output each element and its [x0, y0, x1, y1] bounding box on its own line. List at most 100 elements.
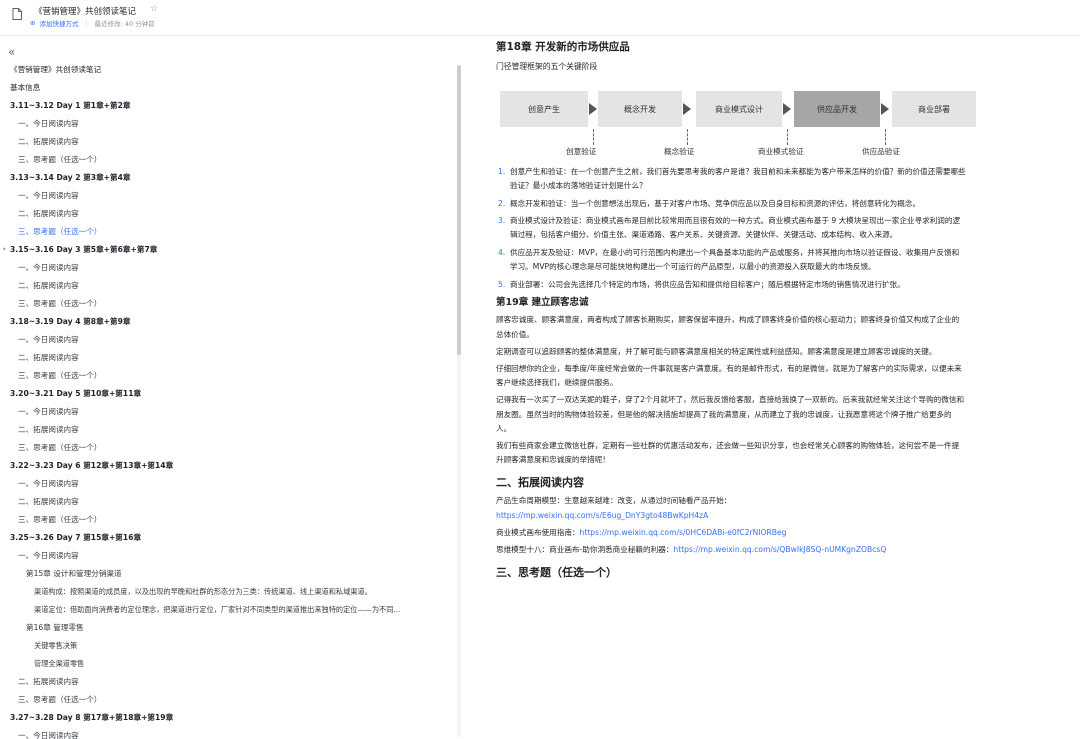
arrow-right-icon [589, 103, 597, 115]
arrow-right-icon [783, 103, 791, 115]
shortcut-icon[interactable]: ⊕ [30, 19, 35, 27]
stage-gate-diagram: 创意产生 概念开发 商业模式设计 供应品开发 商业部署创意验证 概念验证 商业模式验证 供应品… [496, 81, 982, 159]
outline-item[interactable]: 3.25~3.26 Day 7 第15章+第16章 [0, 529, 455, 547]
doc-title[interactable]: 《营销管理》共创领读笔记 [34, 5, 136, 17]
gate-label: 供应品验证 [862, 147, 900, 156]
outline-item[interactable]: 3.27~3.28 Day 8 第17章+第18章+第19章 [0, 709, 455, 727]
stage-box: 创意产生 [500, 91, 588, 127]
star-icon[interactable]: ☆ [150, 4, 158, 14]
reading-item: 商业模式画布使用指南：https://mp.weixin.qq.com/s/0H… [496, 526, 966, 540]
outline-item[interactable]: 三、思考题（任选一个） [0, 439, 455, 457]
outline-list: 《营销管理》共创领读笔记 基本信息 3.11~3.12 Day 1 第1章+第2章一… [0, 61, 455, 739]
outline-item[interactable]: 一、今日阅读内容 [0, 115, 455, 133]
list-number: 4. [498, 247, 506, 257]
outline-item[interactable]: 关键零售决策 [0, 637, 455, 655]
outline-item[interactable]: 一、今日阅读内容 [0, 331, 455, 349]
list-item: 2. 概念开发和验证：当一个创意想法出现后，基于对客户市场、竞争供应品以及自身目标… [496, 197, 966, 211]
outline-item[interactable]: 3.13~3.14 Day 2 第3章+第4章 [0, 169, 455, 187]
list-item: 3. 商业模式设计及验证：商业模式画布是目前比较常用而且很有效的一种方式。商业模式… [496, 214, 966, 242]
outline-item[interactable]: 一、今日阅读内容 [0, 547, 455, 565]
outline-item[interactable]: 一、今日阅读内容 [0, 403, 455, 421]
list-number: 1. [498, 167, 506, 176]
outline-item[interactable]: 一、今日阅读内容 [0, 727, 455, 739]
arrow-right-icon [881, 103, 889, 115]
outline-item[interactable]: 管理全渠道零售 [0, 655, 455, 673]
chapter-19-heading: 第19章 建立顾客忠诚 [496, 297, 589, 309]
list-item: 5. 商业部署：公司会先选择几个特定的市场，将供应品告知和提供给目标客户；随后根据… [496, 278, 966, 292]
gate-label: 创意验证 [566, 147, 597, 156]
extended-reading-list: 产品生命周期模型：生意越来越难：改变，从通过时间轴看产品开始： https://m… [496, 494, 966, 557]
list-text: 创意产生和验证：在一个创意产生之前，我们首先要思考我的客户是谁？我目前和未来都能… [510, 167, 966, 190]
reading-label: 产品生命周期模型：生意越来越难：改变，从通过时间轴看产品开始： [496, 496, 732, 506]
outline-item[interactable]: 三、思考题（任选一个） [0, 691, 455, 709]
chapter-18-heading: 第18章 开发新的市场供应品 [496, 41, 630, 53]
doc-header: 《营销管理》共创领读笔记 ☆ ⊕ 添加快捷方式 | 最近修改: 40 分钟前 [0, 0, 1080, 36]
outline-item[interactable]: 三、思考题（任选一个） [0, 223, 455, 241]
reading-item: 思维模型十八：商业画布-助你洞悉商业秘籍的利器：https://mp.weixi… [496, 543, 966, 557]
reading-link[interactable]: https://mp.weixin.qq.com/s/0HC6DABi-e0fC… [580, 528, 787, 537]
outline-item[interactable]: 三、思考题（任选一个） [0, 511, 455, 529]
last-modified: 最近修改: 40 分钟前 [94, 20, 155, 28]
outline-item[interactable]: 3.11~3.12 Day 1 第1章+第2章 [0, 97, 455, 115]
stage-box: 商业部署 [892, 91, 976, 127]
list-number: 2. [498, 198, 506, 208]
list-number: 5. [498, 279, 506, 289]
stage-list: 1. 创意产生和验证：在一个创意产生之前，我们首先要思考我的客户是谁？我目前和未来… [496, 165, 966, 291]
document-icon [12, 8, 22, 20]
collapse-sidebar-icon[interactable]: « [8, 45, 15, 59]
outline-item[interactable]: 三、思考题（任选一个） [0, 151, 455, 169]
extended-reading-heading: 二、拓展阅读内容 [496, 476, 584, 490]
paragraph: 记得我有一次买了一双达芙妮的鞋子，穿了2个月就坏了，然后我反馈给客服，直接给我换… [496, 395, 965, 433]
outline-item[interactable]: 三、思考题（任选一个） [0, 295, 455, 313]
gate-line [885, 129, 886, 145]
paragraph: 顾客忠诚度、顾客满意度，两者构成了顾客长期购买，顾客保留率提升，构成了顾客终身价… [496, 315, 960, 339]
paragraph: 仔细回想你的企业，每季度/年度经常会做的一件事就是客户满意度。有的是邮件形式，有… [496, 363, 962, 388]
outline-item[interactable]: 3.18~3.19 Day 4 第8章+第9章 [0, 313, 455, 331]
outline-item[interactable]: 二、拓展阅读内容 [0, 673, 455, 691]
reading-item: 产品生命周期模型：生意越来越难：改变，从通过时间轴看产品开始： https://m… [496, 494, 966, 522]
outline-item[interactable]: 3.22~3.23 Day 6 第12章+第13章+第14章 [0, 457, 455, 475]
outline-item[interactable]: 第15章 设计和管理分销渠道 [0, 565, 455, 583]
reading-link[interactable]: https://mp.weixin.qq.com/s/QBwIkJ8SQ-nUM… [673, 545, 886, 554]
outline-item[interactable]: 渠道构成：按照渠道的成员度，以及出现的早晚和社群的形态分为三类：传统渠道、线上渠… [0, 583, 455, 601]
stage-box: 商业模式设计 [696, 91, 782, 127]
outline-item[interactable]: 三、思考题（任选一个） [0, 367, 455, 385]
list-text: 概念开发和验证：当一个创意想法出现后，基于对客户市场、竞争供应品以及自身目标和资… [510, 198, 921, 208]
outline-item[interactable]: 一、今日阅读内容 [0, 475, 455, 493]
list-number: 3. [498, 216, 506, 226]
outline-item[interactable]: 基本信息 [0, 79, 455, 97]
stage-box: 概念开发 [598, 91, 682, 127]
outline-item[interactable]: 一、今日阅读内容 [0, 259, 455, 277]
gate-label: 概念验证 [664, 147, 695, 156]
gate-line [593, 129, 594, 145]
outline-item[interactable]: 二、拓展阅读内容 [0, 133, 455, 151]
list-text: 供应品开发及验证：MVP，在最小的可行范围内构建出一个具备基本功能的产品或服务，… [510, 247, 960, 271]
outline-item[interactable]: 第16章 管理零售 [0, 619, 455, 637]
list-text: 商业部署：公司会先选择几个特定的市场，将供应品告知和提供给目标客户；随后根据特定… [510, 279, 905, 289]
scrollbar-thumb[interactable] [457, 65, 461, 355]
list-item: 1. 创意产生和验证：在一个创意产生之前，我们首先要思考我的客户是谁？我目前和未来… [496, 165, 966, 193]
gate-label: 商业模式验证 [758, 147, 804, 156]
outline-item[interactable]: 二、拓展阅读内容 [0, 277, 455, 295]
outline-item[interactable]: 二、拓展阅读内容 [0, 349, 455, 367]
outline-item[interactable]: 渠道定位：借助面向消费者的定位理念，把渠道进行定位，厂家针对不同类型的渠道推出来… [0, 601, 455, 619]
outline-item[interactable]: 二、拓展阅读内容 [0, 205, 455, 223]
reading-label: 思维模型十八：商业画布-助你洞悉商业秘籍的利器： [496, 545, 674, 555]
reading-label: 商业模式画布使用指南： [496, 527, 580, 537]
outline-item[interactable]: 3.20~3.21 Day 5 第10章+第11章 [0, 385, 455, 403]
gate-line [687, 129, 688, 145]
reading-link[interactable]: https://mp.weixin.qq.com/s/E6ug_DnY3gto4… [496, 511, 708, 520]
outline-item[interactable]: 一、今日阅读内容 [0, 187, 455, 205]
stage-box: 供应品开发 [794, 91, 880, 127]
outline-sidebar: « 《营销管理》共创领读笔记 基本信息 3.11~3.12 Day 1 第1章+第2… [0, 37, 466, 739]
paragraph: 我们有些商家会建立微信社群，定期有一些社群的优惠活动发布，还会做一些知识分享，也… [496, 441, 960, 465]
outline-item[interactable]: 《营销管理》共创领读笔记 [0, 61, 455, 79]
list-text: 商业模式设计及验证：商业模式画布是目前比较常用而且很有效的一种方式。商业模式画布… [510, 216, 961, 240]
outline-item[interactable]: 二、拓展阅读内容 [0, 493, 455, 511]
gate-line [787, 129, 788, 145]
outline-item[interactable]: 3.15~3.16 Day 3 第5章+第6章+第7章 [0, 241, 455, 259]
thinking-question-heading: 三、思考题（任选一个） [496, 566, 617, 580]
framework-caption: 门径管理框架的五个关键阶段 [496, 62, 598, 71]
outline-item[interactable]: 二、拓展阅读内容 [0, 421, 455, 439]
add-shortcut-link[interactable]: 添加快捷方式 [39, 18, 78, 28]
